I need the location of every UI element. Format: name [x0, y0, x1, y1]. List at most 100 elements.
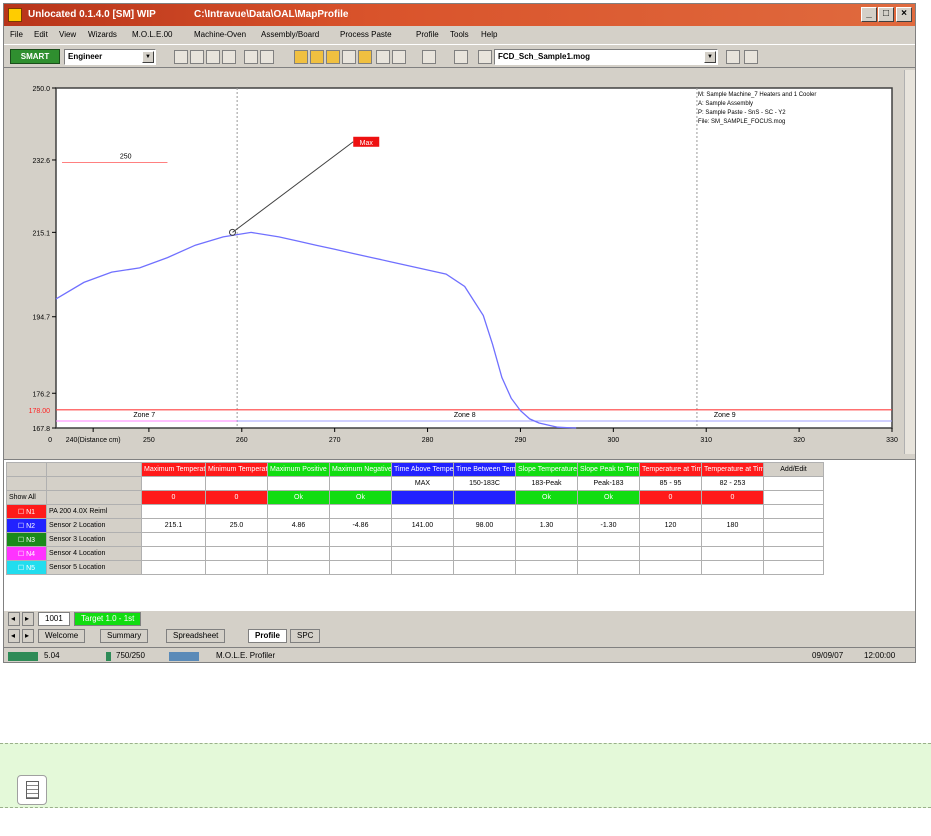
tab-scroll-right[interactable]: ▸ — [22, 629, 34, 643]
copy-icon[interactable] — [392, 50, 406, 64]
value-cell — [639, 546, 702, 561]
sensor-tag[interactable]: ☐ N4 — [6, 546, 47, 561]
tab-profile[interactable]: Profile — [248, 629, 287, 643]
zoom-out-icon[interactable] — [260, 50, 274, 64]
table-row[interactable]: ☐ N3 Sensor 3 Location — [6, 532, 824, 547]
grid-icon[interactable] — [342, 50, 356, 64]
smart-logo-button[interactable]: SMART — [10, 49, 60, 64]
export-icon[interactable] — [222, 50, 236, 64]
tab-scroll-right[interactable]: ▸ — [22, 612, 34, 626]
sensor-tag[interactable]: ☐ N2 — [6, 518, 47, 533]
sensor-tag[interactable]: ☐ N5 — [6, 560, 47, 575]
column-header[interactable]: Temperature at Time Reference — [639, 462, 702, 477]
tab-target[interactable]: Target 1.0 - 1st — [74, 612, 142, 626]
column-header[interactable]: Maximum Negative Slope — [329, 462, 392, 477]
column-header[interactable]: Minimum Temperature — [205, 462, 268, 477]
menu-view[interactable]: View — [59, 30, 76, 39]
show-all-checkbox[interactable]: Show All — [6, 490, 47, 505]
menu-help[interactable]: Help — [481, 30, 497, 39]
y-tick-label: 250.0 — [32, 86, 50, 93]
x-tick-label: 280 — [422, 437, 434, 444]
menu-wizards[interactable]: Wizards — [88, 30, 117, 39]
profile-chart[interactable]: 250.0 232.6 215.1 194.7 176.2 167.8 240(Distan… — [4, 70, 904, 454]
value-cell — [141, 560, 206, 575]
column-header[interactable]: Add/Edit — [763, 462, 824, 477]
menu-process-paste[interactable]: Process Paste — [340, 30, 392, 39]
chart-legend-line: A: Sample Assembly — [698, 101, 753, 107]
maximize-icon[interactable]: □ — [878, 7, 894, 22]
value-cell — [453, 560, 516, 575]
chevron-down-icon[interactable]: ▼ — [142, 51, 154, 63]
note-box — [0, 743, 931, 808]
value-cell — [453, 532, 516, 547]
table-row[interactable]: ☐ N5 Sensor 5 Location — [6, 560, 824, 575]
table-row[interactable]: ☐ N1 PA 200 4.0X Reiml — [6, 504, 824, 519]
column-header[interactable]: Maximum Temperature — [141, 462, 206, 477]
help-icon[interactable] — [422, 50, 436, 64]
value-cell — [205, 532, 268, 547]
tab-spreadsheet[interactable]: Spreadsheet — [166, 629, 226, 643]
x-tick-label: 300 — [607, 437, 619, 444]
ruler-icon[interactable] — [358, 50, 372, 64]
value-cell — [763, 518, 824, 533]
minimize-icon[interactable]: _ — [861, 7, 877, 22]
open-icon[interactable] — [310, 50, 324, 64]
move-up-icon[interactable] — [478, 50, 492, 64]
chart-legend-line: P: Sample Paste - SnS - SC - Y2 — [698, 110, 786, 116]
tab-scroll-left[interactable]: ◂ — [8, 629, 20, 643]
column-header[interactable]: Temperature at Time Reference — [701, 462, 764, 477]
value-cell: 141.00 — [391, 518, 454, 533]
file-select[interactable]: FCD_Sch_Sample1.mog ▼ — [494, 49, 718, 65]
tab-welcome[interactable]: Welcome — [38, 629, 86, 643]
column-header[interactable]: Time Above Temperature Reference Rising … — [391, 462, 454, 477]
menu-file[interactable]: File — [10, 30, 23, 39]
title-bar[interactable]: Unlocated 0.1.4.0 [SM] WIP C:\Intravue\D… — [4, 4, 915, 26]
save-icon[interactable] — [190, 50, 204, 64]
tab-spc[interactable]: SPC — [290, 629, 321, 643]
user-level-select[interactable]: Engineer ▼ — [64, 49, 156, 65]
tab-summary[interactable]: Summary — [100, 629, 149, 643]
menu-profile[interactable]: Profile — [416, 30, 439, 39]
column-header[interactable]: Slope Peak to Temperature — [577, 462, 640, 477]
tab-1001[interactable]: 1001 — [38, 612, 70, 626]
folder-icon[interactable] — [294, 50, 308, 64]
column-header[interactable]: Slope Temperature to Peak — [515, 462, 578, 477]
menu-tools[interactable]: Tools — [450, 30, 469, 39]
status-cell: 0 — [141, 490, 206, 505]
menu-mole[interactable]: M.O.L.E.00 — [132, 30, 172, 39]
value-cell — [267, 546, 330, 561]
value-cell — [701, 532, 764, 547]
sensor-tag[interactable]: ☐ N1 — [6, 504, 47, 519]
chevron-down-icon[interactable]: ▼ — [704, 51, 716, 63]
chart-scrollbar[interactable] — [904, 70, 915, 454]
column-header[interactable]: Maximum Positive Slope — [267, 462, 330, 477]
x-tick-label: 270 — [329, 437, 341, 444]
menu-assembly-board[interactable]: Assembly/Board — [261, 30, 319, 39]
value-cell — [639, 532, 702, 547]
y-tick-label: 232.6 — [32, 158, 50, 165]
spec-cell: 183-Peak — [515, 476, 578, 491]
move-first-icon[interactable] — [454, 50, 468, 64]
menu-edit[interactable]: Edit — [34, 30, 48, 39]
table-row[interactable]: ☐ N2 Sensor 2 Location 215.1 25.0 4.86 -4.86 1… — [6, 518, 824, 533]
print-icon[interactable] — [206, 50, 220, 64]
value-cell — [205, 504, 268, 519]
value-cell — [763, 532, 824, 547]
zoom-in-icon[interactable] — [244, 50, 258, 64]
page-icon[interactable] — [376, 50, 390, 64]
sensor-name: Sensor 5 Location — [46, 560, 142, 575]
new-icon[interactable] — [174, 50, 188, 64]
move-last-icon[interactable] — [744, 50, 758, 64]
layout-icon[interactable] — [326, 50, 340, 64]
status-voltage: 5.04 — [44, 651, 60, 660]
tab-scroll-left[interactable]: ◂ — [8, 612, 20, 626]
column-header[interactable]: Time Between Temperature — [453, 462, 516, 477]
value-cell — [701, 504, 764, 519]
status-profiler: M.O.L.E. Profiler — [216, 651, 276, 660]
menu-machine-oven[interactable]: Machine-Oven — [194, 30, 246, 39]
arrow-right-icon[interactable] — [726, 50, 740, 64]
sensor-tag[interactable]: ☐ N3 — [6, 532, 47, 547]
value-cell — [267, 532, 330, 547]
table-row[interactable]: ☐ N4 Sensor 4 Location — [6, 546, 824, 561]
close-icon[interactable]: × — [896, 7, 912, 22]
